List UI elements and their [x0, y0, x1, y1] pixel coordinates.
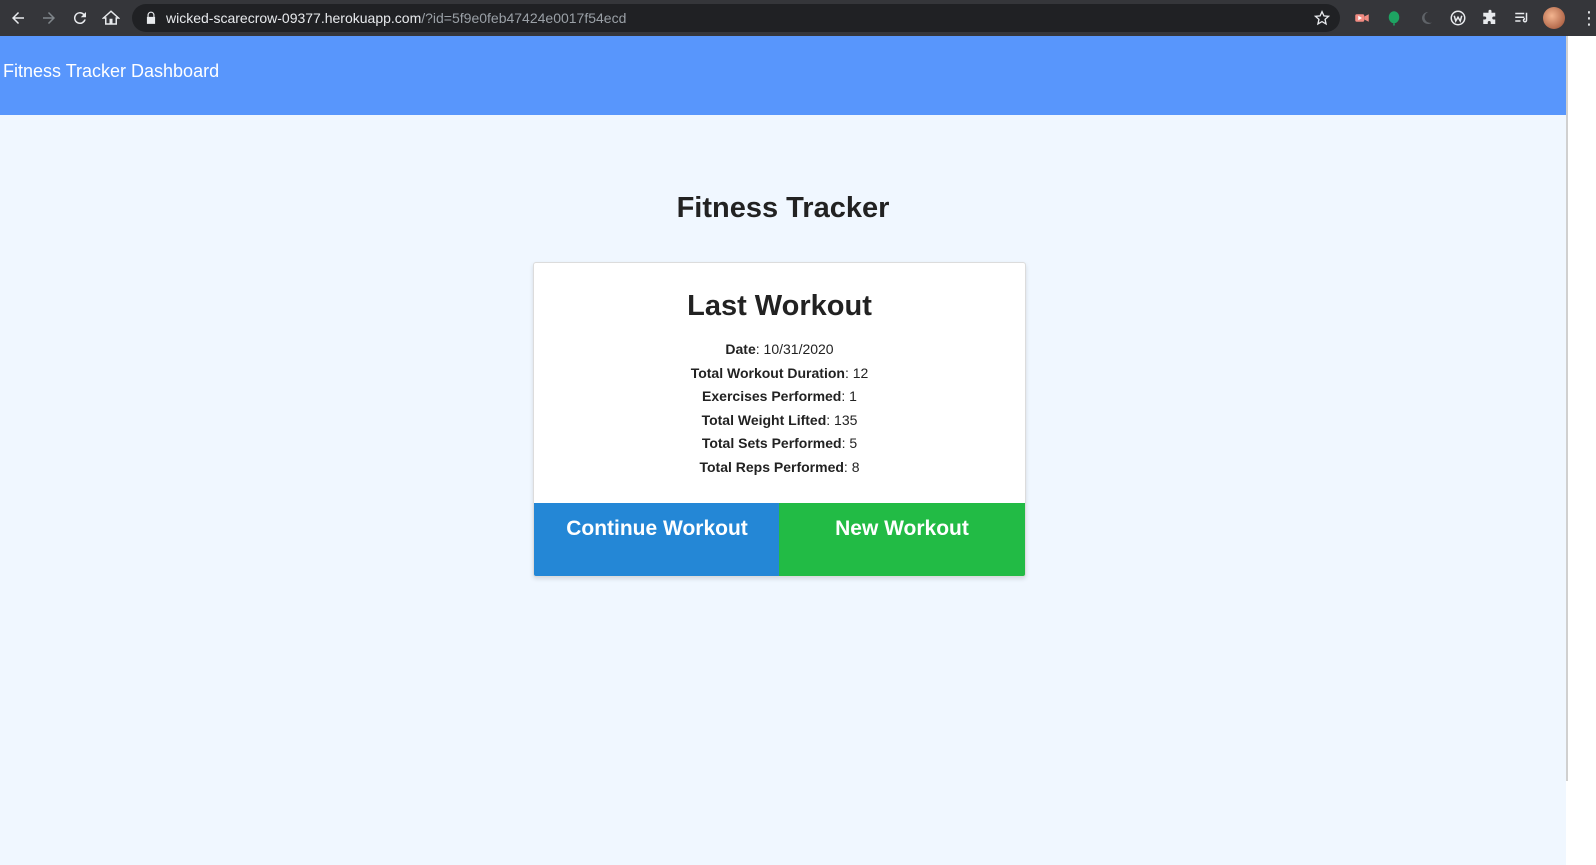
- leaf-extension-icon[interactable]: [1382, 6, 1406, 30]
- extensions-bar: ⋮: [1350, 6, 1596, 30]
- address-bar[interactable]: wicked-scarecrow-09377.herokuapp.com/?id…: [132, 4, 1340, 32]
- stat-label: Total Weight Lifted: [701, 411, 827, 428]
- more-menu-icon[interactable]: ⋮: [1580, 8, 1596, 29]
- reload-icon[interactable]: [67, 5, 93, 31]
- stat-label: Total Sets Performed: [701, 435, 842, 452]
- stat-label: Total Reps Performed: [699, 458, 844, 475]
- stat-value: : 12: [844, 364, 869, 381]
- new-workout-button[interactable]: New Workout: [779, 503, 1025, 576]
- page-title: Fitness Tracker: [676, 192, 890, 224]
- stat-duration: Total Workout Duration: 12: [534, 362, 1025, 386]
- url-host: wicked-scarecrow-09377.herokuapp.com: [166, 10, 422, 26]
- url-text: wicked-scarecrow-09377.herokuapp.com/?id…: [166, 10, 626, 26]
- app-navbar: Fitness Tracker Dashboard: [0, 36, 1566, 115]
- bookmark-star-icon[interactable]: [1314, 10, 1330, 26]
- stat-date: Date: 10/31/2020: [534, 338, 1025, 362]
- stat-value: : 135: [826, 411, 858, 428]
- stat-sets: Total Sets Performed: 5: [534, 432, 1025, 456]
- stat-value: : 10/31/2020: [755, 341, 834, 357]
- card-title: Last Workout: [687, 290, 872, 322]
- stat-label: Exercises Performed: [702, 388, 842, 405]
- browser-toolbar: wicked-scarecrow-09377.herokuapp.com/?id…: [0, 0, 1596, 36]
- stat-label: Date: [725, 341, 756, 357]
- lock-icon: [146, 11, 156, 24]
- forward-icon[interactable]: [36, 5, 62, 31]
- reading-list-icon[interactable]: [1510, 6, 1534, 30]
- stat-reps: Total Reps Performed: 8: [534, 456, 1025, 480]
- back-icon[interactable]: [5, 5, 31, 31]
- stat-value: : 1: [841, 388, 857, 405]
- moon-extension-icon[interactable]: [1414, 6, 1438, 30]
- stat-label: Total Workout Duration: [690, 364, 845, 381]
- navbar-brand-link[interactable]: Fitness Tracker Dashboard: [3, 61, 219, 82]
- stat-value: : 8: [843, 458, 860, 475]
- workout-stats: Date: 10/31/2020 Total Workout Duration:…: [534, 338, 1025, 480]
- scrollbar[interactable]: [1566, 36, 1596, 865]
- stat-weight: Total Weight Lifted: 135: [534, 409, 1025, 433]
- puzzle-extensions-icon[interactable]: [1478, 6, 1502, 30]
- video-extension-icon[interactable]: [1350, 6, 1374, 30]
- last-workout-card: Last Workout Date: 10/31/2020 Total Work…: [533, 262, 1026, 577]
- w-extension-icon[interactable]: [1446, 6, 1470, 30]
- home-icon[interactable]: [98, 5, 124, 31]
- stat-exercises: Exercises Performed: 1: [534, 385, 1025, 409]
- continue-workout-button[interactable]: Continue Workout: [534, 503, 780, 576]
- profile-avatar[interactable]: [1542, 6, 1566, 30]
- url-path: /?id=5f9e0feb47424e0017f54ecd: [421, 10, 627, 26]
- stat-value: : 5: [841, 435, 858, 452]
